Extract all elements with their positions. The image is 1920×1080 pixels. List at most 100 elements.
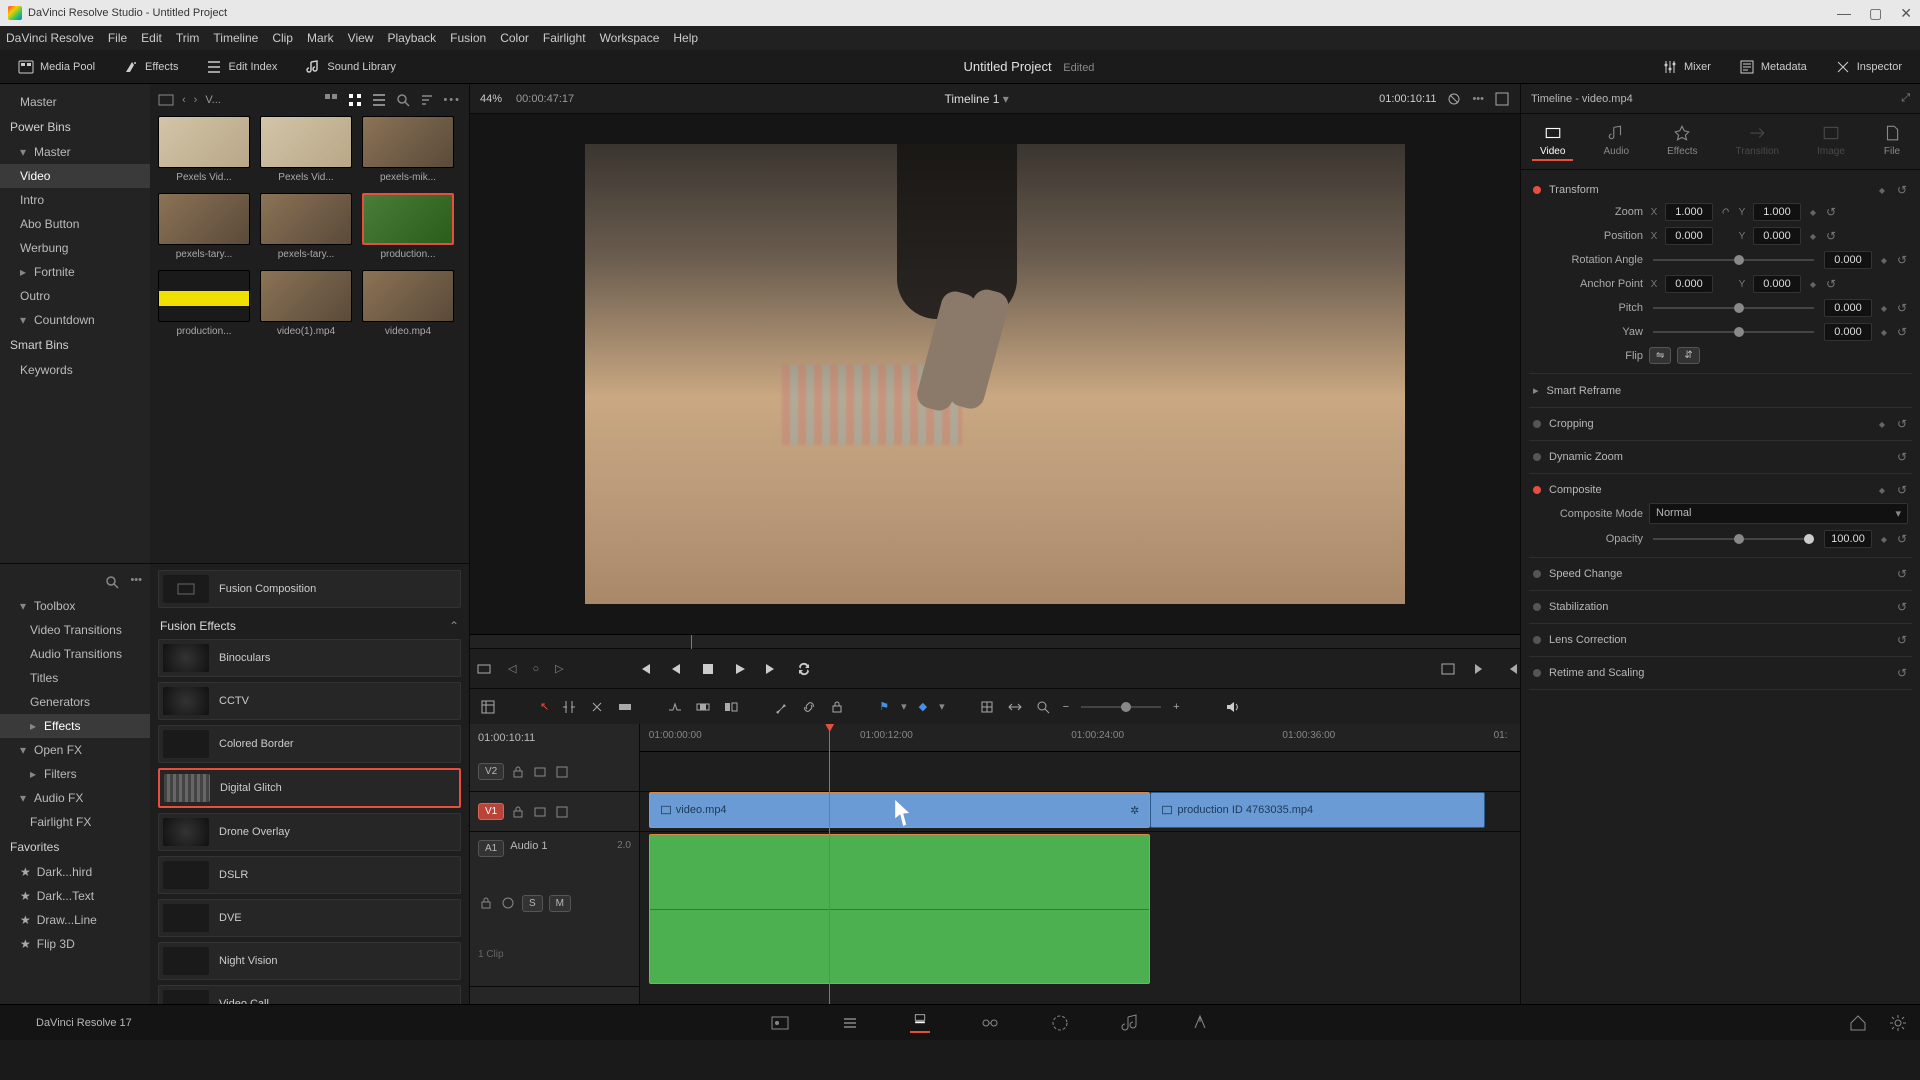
yaw-slider[interactable]: [1653, 331, 1814, 333]
dynamic-trim-icon[interactable]: [589, 699, 605, 715]
pos-y-field[interactable]: 0.000: [1753, 227, 1801, 245]
smart-reframe-header[interactable]: Smart Reframe: [1547, 385, 1622, 397]
enable-dot[interactable]: [1533, 570, 1541, 578]
menu-clip[interactable]: Clip: [272, 31, 293, 45]
collapse-icon[interactable]: ⌃: [449, 619, 459, 633]
fav-item[interactable]: ★Draw...Line: [0, 908, 150, 932]
fx-item[interactable]: Fusion Composition: [158, 570, 461, 608]
flag-icon[interactable]: ⚑: [879, 700, 889, 713]
viewer-canvas[interactable]: [585, 144, 1405, 604]
reset-icon[interactable]: [1896, 667, 1908, 679]
transform-header[interactable]: Transform: [1549, 184, 1599, 196]
a1-badge[interactable]: A1: [478, 840, 504, 857]
bin-master[interactable]: Master: [0, 90, 150, 114]
flip-v-button[interactable]: ⇵: [1677, 347, 1699, 364]
fx-item-video-call[interactable]: Video Call: [158, 985, 461, 1004]
lock-icon[interactable]: [478, 895, 494, 911]
zoom-y-field[interactable]: 1.000: [1753, 203, 1801, 221]
view-list-icon[interactable]: [371, 92, 387, 108]
composite-header[interactable]: Composite: [1549, 484, 1602, 496]
timeline-ruler[interactable]: 01:00:00:00 01:00:12:00 01:00:24:00 01:0…: [640, 724, 1520, 752]
enable-dot[interactable]: [1533, 636, 1541, 644]
timeline-name[interactable]: Timeline 1: [945, 92, 1000, 106]
clip-thumb[interactable]: Pexels Vid...: [158, 116, 250, 183]
fx-effects[interactable]: ▸Effects: [0, 714, 150, 738]
track-v2-header[interactable]: V2: [470, 752, 639, 792]
powerbin-master[interactable]: ▾Master: [0, 140, 150, 164]
effects-toggle[interactable]: Effects: [115, 55, 186, 79]
zoom-out-icon[interactable]: −: [1063, 701, 1069, 713]
viewer-options-icon[interactable]: •••: [1472, 93, 1484, 105]
inspector-tab-audio[interactable]: Audio: [1595, 122, 1637, 161]
metadata-toggle[interactable]: Metadata: [1731, 55, 1815, 79]
keyframe-icon[interactable]: [1878, 254, 1890, 266]
inspector-tab-video[interactable]: Video: [1532, 122, 1573, 161]
inspector-tab-effects[interactable]: Effects: [1659, 122, 1705, 161]
fav-item[interactable]: ★Dark...Text: [0, 884, 150, 908]
reset-icon[interactable]: [1896, 184, 1908, 196]
color-page-icon[interactable]: [1050, 1013, 1070, 1033]
audio-monitor-icon[interactable]: [1224, 699, 1240, 715]
menu-timeline[interactable]: Timeline: [213, 31, 258, 45]
keyframe-icon[interactable]: [1807, 230, 1819, 242]
pool-next[interactable]: ›: [194, 94, 198, 106]
reset-icon[interactable]: [1896, 568, 1908, 580]
replace-clip-icon[interactable]: [723, 699, 739, 715]
menu-workspace[interactable]: Workspace: [600, 31, 660, 45]
fx-item-colored-border[interactable]: Colored Border: [158, 725, 461, 763]
insert-clip-icon[interactable]: [667, 699, 683, 715]
clip-thumb[interactable]: video(1).mp4: [260, 270, 352, 337]
auto-select-icon[interactable]: [532, 804, 548, 820]
reset-icon[interactable]: [1825, 230, 1837, 242]
rotation-slider[interactable]: [1653, 259, 1814, 261]
link-icon[interactable]: [801, 699, 817, 715]
deliver-page-icon[interactable]: [1190, 1013, 1210, 1033]
loop-icon[interactable]: [796, 661, 812, 677]
auto-select-icon[interactable]: [532, 764, 548, 780]
fx-filters[interactable]: ▸Filters: [0, 762, 150, 786]
track-a1[interactable]: [640, 832, 1520, 987]
enable-dot[interactable]: [1533, 186, 1541, 194]
go-last-icon[interactable]: [764, 661, 780, 677]
full-view-icon[interactable]: [1440, 661, 1456, 677]
mixer-toggle[interactable]: Mixer: [1654, 55, 1719, 79]
project-settings-icon[interactable]: [1888, 1013, 1908, 1033]
zoom-in-icon[interactable]: +: [1173, 701, 1179, 713]
fx-toolbox[interactable]: ▾Toolbox: [0, 594, 150, 618]
smartbin-keywords[interactable]: Keywords: [0, 358, 150, 382]
clip-thumb[interactable]: video.mp4: [362, 270, 454, 337]
dynzoom-header[interactable]: Dynamic Zoom: [1549, 451, 1623, 463]
reset-icon[interactable]: [1896, 451, 1908, 463]
play-icon[interactable]: [732, 661, 748, 677]
clip-thumb[interactable]: production...: [362, 193, 454, 260]
fx-audiofx[interactable]: ▾Audio FX: [0, 786, 150, 810]
menu-playback[interactable]: Playback: [387, 31, 436, 45]
enable-dot[interactable]: [1533, 669, 1541, 677]
media-page-icon[interactable]: [770, 1013, 790, 1033]
fx-fairlight[interactable]: Fairlight FX: [0, 810, 150, 834]
fx-item-digital-glitch[interactable]: Digital Glitch: [158, 768, 461, 808]
reset-icon[interactable]: [1896, 326, 1908, 338]
maximize-button[interactable]: ▢: [1869, 5, 1882, 22]
fx-item-dslr[interactable]: DSLR: [158, 856, 461, 894]
keyframe-icon[interactable]: [1878, 326, 1890, 338]
opacity-field[interactable]: 100.00: [1824, 530, 1872, 548]
close-button[interactable]: ✕: [1900, 5, 1912, 22]
link-icon[interactable]: [1719, 206, 1731, 218]
fx-search-icon[interactable]: [104, 574, 120, 590]
inspector-tab-file[interactable]: File: [1875, 122, 1909, 161]
go-first-icon[interactable]: [636, 661, 652, 677]
clip-thumb[interactable]: production...: [158, 270, 250, 337]
cropping-header[interactable]: Cropping: [1549, 418, 1594, 430]
video-clip-2[interactable]: production ID 4763035.mp4: [1150, 792, 1484, 828]
reset-icon[interactable]: [1825, 206, 1837, 218]
step-back-icon[interactable]: [668, 661, 684, 677]
fx-openfx[interactable]: ▾Open FX: [0, 738, 150, 762]
v2-badge[interactable]: V2: [478, 763, 504, 780]
bin-outro[interactable]: Outro: [0, 284, 150, 308]
opacity-slider[interactable]: [1653, 538, 1814, 540]
bin-path-icon[interactable]: [158, 92, 174, 108]
fx-video-transitions[interactable]: Video Transitions: [0, 618, 150, 642]
speed-header[interactable]: Speed Change: [1549, 568, 1622, 580]
track-v1[interactable]: video.mp4 ✲ production ID 4763035.mp4: [640, 792, 1520, 832]
